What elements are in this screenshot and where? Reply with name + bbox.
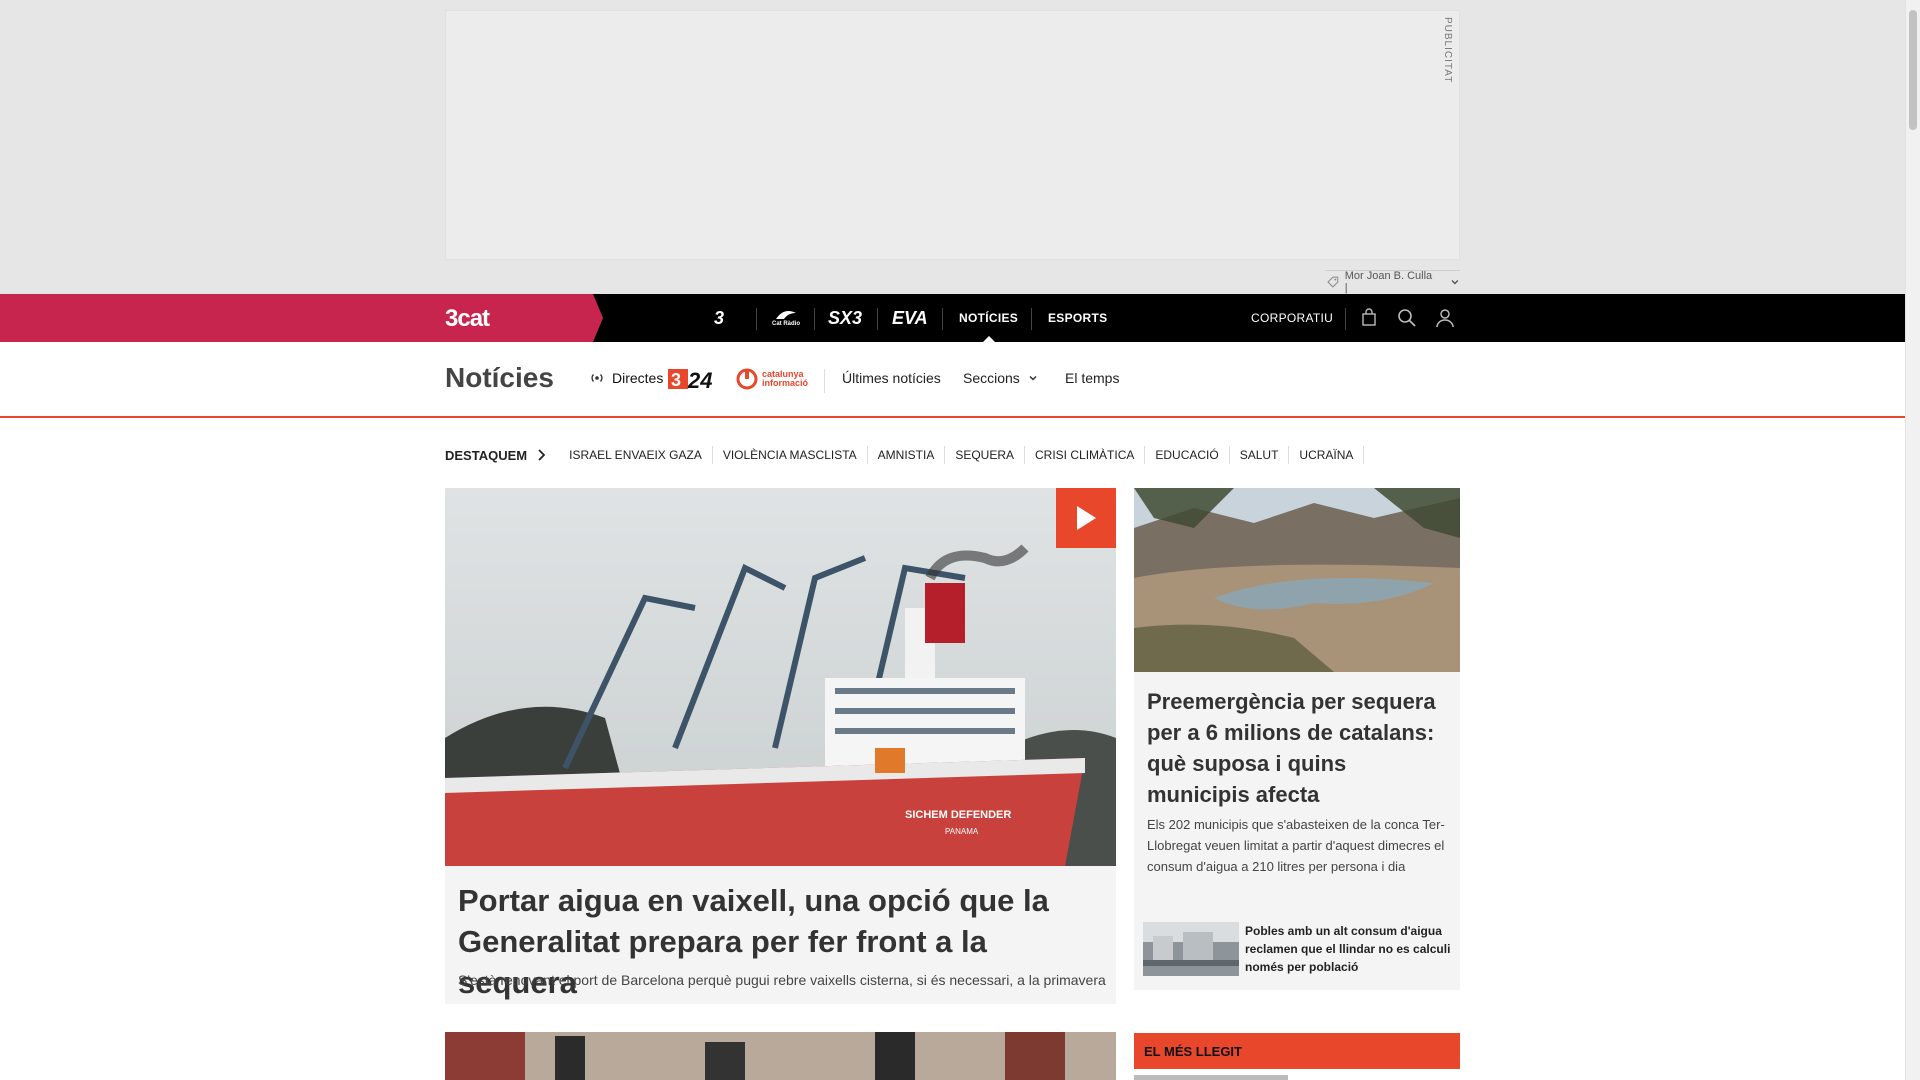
nav-noticies[interactable]: NOTÍCIES bbox=[959, 294, 1018, 342]
destaquem-label-text: DESTAQUEM bbox=[445, 447, 528, 463]
channel-catradio[interactable]: Cat Ràdio bbox=[772, 294, 800, 342]
ship-port-text: PANAMA bbox=[945, 827, 979, 836]
tag-item[interactable]: VIOLÈNCIA MASCLISTA bbox=[713, 446, 868, 464]
link-seccions[interactable]: Seccions bbox=[963, 370, 1038, 386]
channel-tv3-label: 3 bbox=[714, 307, 725, 328]
play-video-button[interactable] bbox=[1056, 488, 1116, 548]
most-read-header: EL MÉS LLEGIT bbox=[1134, 1033, 1460, 1069]
section-divider bbox=[824, 369, 825, 393]
logo-catalunya-informacio[interactable]: catalunya informació bbox=[736, 366, 808, 392]
channel-divider bbox=[756, 308, 757, 330]
tag-item[interactable]: ISRAEL ENVAEIX GAZA bbox=[559, 446, 713, 464]
shopping-bag-icon[interactable] bbox=[1359, 308, 1379, 328]
section-bar: Notícies Directes 3 24 catalunya informa… bbox=[0, 342, 1905, 418]
ad-slot[interactable]: PUBLICITAT bbox=[445, 10, 1460, 260]
tag-item[interactable]: CRISI CLIMÀTICA bbox=[1025, 446, 1146, 464]
link-ultimes-noticies[interactable]: Últimes notícies bbox=[842, 370, 941, 386]
channel-divider bbox=[877, 308, 878, 330]
brand-logo[interactable]: 3cat bbox=[445, 305, 490, 333]
related-photo bbox=[1143, 922, 1239, 976]
ad-label: PUBLICITAT bbox=[1442, 17, 1453, 84]
channel-eva-label: EVA bbox=[892, 307, 928, 328]
nav-esports-label: ESPORTS bbox=[1048, 311, 1108, 325]
channel-sx3[interactable]: SX3 bbox=[828, 294, 862, 342]
nav-corporatiu-label: CORPORATIU bbox=[1251, 311, 1334, 325]
scrollbar-thumb[interactable] bbox=[1909, 10, 1917, 130]
tag-icon bbox=[1327, 276, 1339, 288]
related-article-image[interactable] bbox=[1143, 922, 1239, 976]
ad-tag[interactable]: Mor Joan B. Culla | bbox=[1325, 269, 1460, 294]
section-title[interactable]: Notícies bbox=[445, 362, 554, 394]
related-article-title[interactable]: Pobles amb un alt consum d'aigua reclame… bbox=[1245, 922, 1455, 976]
directes-link[interactable]: Directes bbox=[590, 370, 663, 386]
chevron-down-icon bbox=[1451, 279, 1459, 284]
main-article-card[interactable]: SICHEM DEFENDER PANAMA Portar aigua en v… bbox=[445, 488, 1116, 1004]
second-article-photo bbox=[445, 1032, 1116, 1080]
destaquem-bar: DESTAQUEM ISRAEL ENVAEIX GAZA VIOLÈNCIA … bbox=[445, 446, 1365, 464]
ad-band: PUBLICITAT Mor Joan B. Culla | bbox=[0, 0, 1905, 294]
nav-esports[interactable]: ESPORTS bbox=[1048, 294, 1107, 342]
logo-324[interactable]: 3 24 bbox=[668, 366, 722, 393]
ad-tag-text: Mor Joan B. Culla | bbox=[1344, 269, 1433, 294]
channel-divider bbox=[814, 308, 815, 330]
main-article-subtitle: S'està renovant el port de Barcelona per… bbox=[458, 972, 1106, 988]
nav-divider bbox=[1345, 308, 1346, 330]
ci-circle-icon bbox=[736, 368, 758, 390]
channel-catradio-label: Cat Ràdio bbox=[772, 321, 801, 327]
reservoir-photo bbox=[1134, 488, 1460, 672]
side-article-title[interactable]: Preemergència per sequera per a 6 milion… bbox=[1147, 686, 1447, 810]
tag-item[interactable]: SALUT bbox=[1230, 446, 1290, 464]
channel-divider bbox=[942, 308, 943, 330]
tag-item[interactable]: AMNISTIA bbox=[868, 446, 946, 464]
side-article-card[interactable]: Preemergència per sequera per a 6 milion… bbox=[1134, 488, 1460, 990]
second-article-image[interactable] bbox=[445, 1032, 1116, 1080]
top-navigation: 3cat 3 Cat Ràdio SX3 EVA NOTÍCIES ESPORT… bbox=[0, 294, 1905, 342]
tag-item[interactable]: EDUCACIÓ bbox=[1145, 446, 1230, 464]
channel-eva[interactable]: EVA bbox=[892, 294, 928, 342]
link-el-temps[interactable]: El temps bbox=[1065, 370, 1119, 386]
brand-block bbox=[0, 294, 603, 342]
nav-corporatiu[interactable]: CORPORATIU bbox=[1251, 294, 1333, 342]
main-article-image[interactable]: SICHEM DEFENDER PANAMA bbox=[445, 488, 1116, 866]
nav-noticies-label: NOTÍCIES bbox=[959, 311, 1019, 325]
scrollbar[interactable] bbox=[1905, 0, 1920, 1080]
user-icon[interactable] bbox=[1435, 308, 1455, 328]
logo-324-text: 24 bbox=[687, 368, 712, 392]
directes-label: Directes bbox=[612, 370, 664, 386]
catradio-icon bbox=[776, 311, 796, 319]
search-icon[interactable] bbox=[1397, 308, 1417, 328]
logo-324-icon: 3 24 bbox=[668, 368, 712, 393]
svg-text:3: 3 bbox=[671, 370, 681, 390]
play-icon bbox=[1077, 506, 1096, 530]
link-seccions-label: Seccions bbox=[963, 370, 1020, 386]
destaquem-label: DESTAQUEM bbox=[445, 447, 546, 463]
side-article-image[interactable] bbox=[1134, 488, 1460, 672]
nav-divider bbox=[1031, 308, 1032, 330]
live-broadcast-icon bbox=[591, 374, 603, 382]
related-article[interactable]: Pobles amb un alt consum d'aigua reclame… bbox=[1143, 922, 1455, 976]
chevron-right-icon bbox=[538, 449, 546, 461]
channel-sx3-label: SX3 bbox=[828, 307, 863, 328]
chevron-down-icon bbox=[1029, 375, 1037, 381]
ship-name-text: SICHEM DEFENDER bbox=[905, 809, 1011, 821]
tag-item[interactable]: SEQUERA bbox=[945, 446, 1026, 464]
tag-item[interactable]: UCRAÏNA bbox=[1289, 446, 1365, 464]
ship-photo: SICHEM DEFENDER PANAMA bbox=[445, 488, 1116, 866]
channel-tv3[interactable]: 3 bbox=[714, 294, 724, 342]
side-article-subtitle: Els 202 municipis que s'abasteixen de la… bbox=[1147, 817, 1445, 874]
most-read-thumbnail[interactable] bbox=[1134, 1075, 1288, 1080]
logo-ci-line2: informació bbox=[761, 378, 808, 388]
